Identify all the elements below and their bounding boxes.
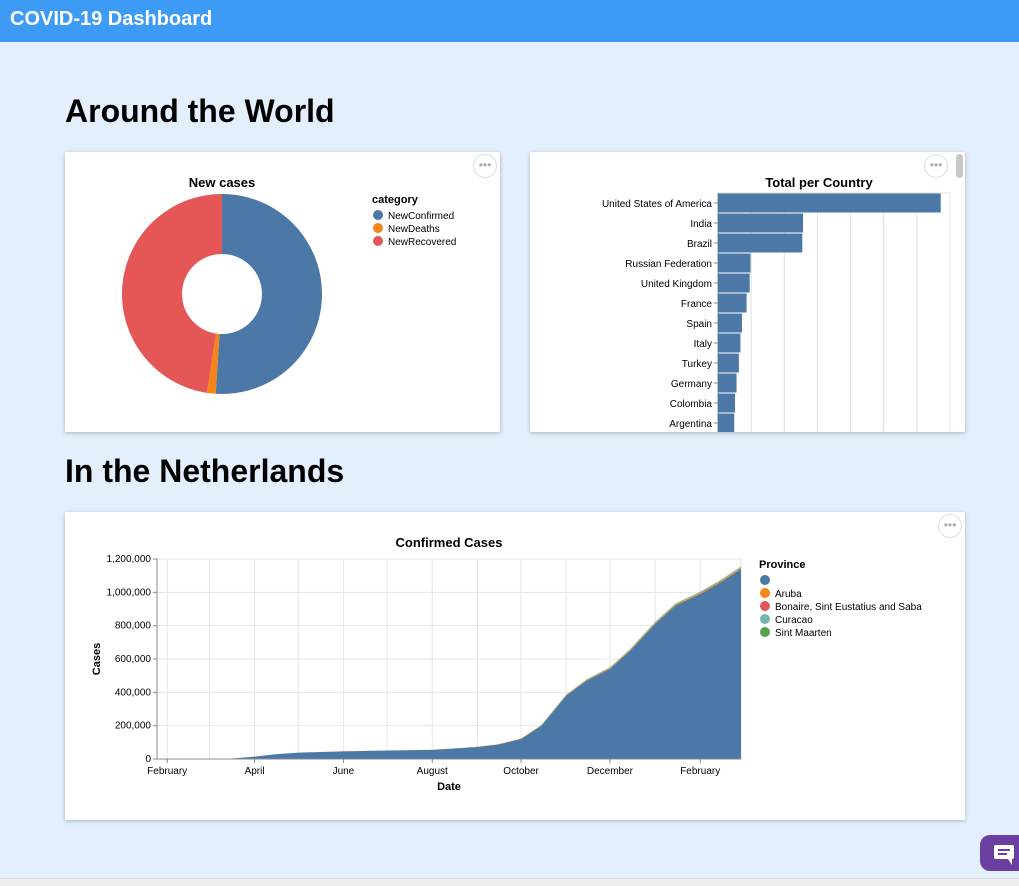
y-tick-label: 1,200,000 [107,554,152,565]
legend-swatch [760,627,770,637]
new-cases-card: ••• New cases category NewConfirmed NewDe… [65,152,500,432]
ellipsis-icon: ••• [478,158,492,172]
legend-swatch [760,614,770,624]
y-tick-label: 200,000 [115,721,152,732]
total-per-country-card: ••• Total per Country United States of A… [530,152,965,432]
chart-menu-button[interactable]: ••• [924,154,948,178]
new-cases-title: New cases [189,175,256,190]
ellipsis-icon: ••• [943,518,957,532]
country-label: France [681,299,713,310]
bar[interactable] [718,373,737,393]
y-axis-label: Cases [91,643,103,675]
total-per-country-title: Total per Country [765,175,873,190]
chat-button[interactable] [980,835,1019,871]
confirmed-cases-chart: Confirmed Cases 0 200,000 400,000 600,000 80… [91,535,922,793]
y-tick-label: 1,000,000 [107,587,152,598]
confirmed-cases-card: ••• Confirmed Cases 0 200,000 400,000 600,0… [65,512,965,820]
legend-swatch [373,236,383,246]
x-tick-label: December [587,766,634,777]
country-label: Germany [671,379,712,390]
x-tick-label: February [680,766,720,777]
confirmed-cases-title: Confirmed Cases [396,535,503,550]
pie-legend-title: category [372,194,419,206]
new-cases-chart: New cases category NewConfirmed NewDeaths… [122,175,456,394]
y-tick-label: 600,000 [115,654,152,665]
y-tick-label: 400,000 [115,687,152,698]
section-title-world: Around the World [65,93,335,129]
legend-label: NewConfirmed [388,211,454,222]
card-scrollbar[interactable] [956,154,963,178]
country-label: United States of America [602,199,712,210]
legend-swatch [760,588,770,598]
section-title-netherlands: In the Netherlands [65,453,345,489]
legend-label: Curacao [775,615,813,626]
legend-label: NewDeaths [388,224,440,235]
bar[interactable] [718,393,736,413]
x-tick-label: October [503,766,539,777]
bar[interactable] [718,213,804,233]
bar[interactable] [718,353,739,373]
pie-slice [122,194,222,393]
country-label: United Kingdom [641,279,712,290]
legend-label: NewRecovered [388,237,456,248]
x-tick-label: April [245,766,265,777]
x-tick-label: August [417,766,448,777]
country-label: Argentina [669,419,712,430]
x-tick-label: June [333,766,355,777]
y-tick-label: 800,000 [115,621,152,632]
x-tick-label: February [147,766,187,777]
country-label: Russian Federation [625,259,712,270]
bar[interactable] [718,333,741,353]
legend-label: Aruba [775,589,802,600]
legend-label: Sint Maarten [775,628,832,639]
bar[interactable] [718,233,803,253]
bar[interactable] [718,193,941,213]
x-axis-label: Date [437,781,461,793]
country-label: Turkey [682,359,712,370]
legend-swatch [373,210,383,220]
country-label: Italy [694,339,712,350]
chart-menu-button[interactable]: ••• [473,154,497,178]
country-label: India [690,219,712,230]
bar[interactable] [718,253,751,273]
bar[interactable] [718,313,742,333]
legend-swatch [760,601,770,611]
bar[interactable] [718,293,747,313]
pie-slice [215,194,323,394]
ellipsis-icon: ••• [929,158,943,172]
bar[interactable] [718,273,750,293]
chart-menu-button[interactable]: ••• [938,514,962,538]
area-legend-title: Province [759,559,805,571]
app-title: COVID-19 Dashboard [10,8,213,30]
legend-label: Bonaire, Sint Eustatius and Saba [775,602,922,613]
bar[interactable] [718,413,735,433]
app-header: COVID-19 Dashboard [0,0,1019,42]
country-label: Colombia [670,399,713,410]
chat-bubble-icon [994,845,1014,865]
country-label: Spain [686,319,712,330]
total-per-country-chart: Total per Country United States of Ameri… [602,175,951,433]
y-tick-label: 0 [145,754,151,765]
country-label: Brazil [687,239,712,250]
legend-swatch [373,223,383,233]
legend-swatch [760,575,770,585]
